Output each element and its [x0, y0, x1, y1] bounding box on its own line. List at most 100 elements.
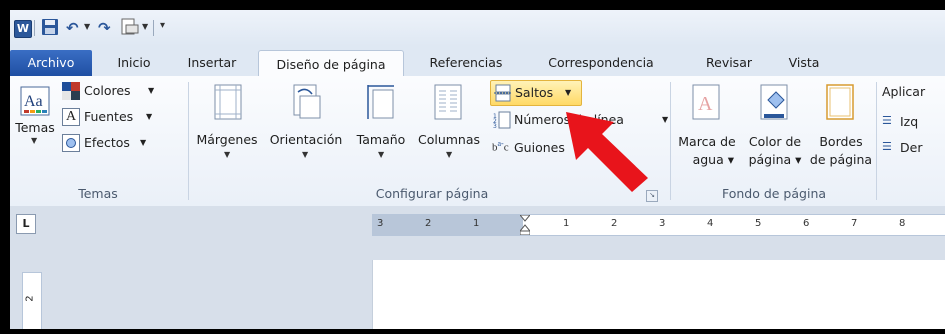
fuentes-label: Fuentes — [84, 109, 134, 124]
ruler-number: 5 — [755, 218, 762, 229]
ruler-left-margin — [373, 215, 523, 235]
vertical-ruler[interactable]: 2 — [22, 272, 42, 329]
tab-revisar[interactable]: Revisar — [700, 51, 758, 75]
toolbar-options-icon[interactable]: ▾ — [160, 20, 165, 31]
colors-icon — [62, 82, 80, 100]
redo-icon[interactable]: ↷ — [98, 18, 111, 38]
separator — [34, 20, 35, 36]
derecha-label: Der — [900, 140, 923, 155]
columnas-label: Columnas — [417, 132, 481, 147]
ruler-number: 3 — [659, 218, 666, 229]
efectos-button[interactable]: Efectos ▼ — [62, 132, 182, 154]
save-icon[interactable] — [41, 18, 59, 38]
saltos-button[interactable]: Saltos ▼ — [490, 80, 582, 106]
ruler-number: 6 — [803, 218, 810, 229]
svg-text:Aa: Aa — [24, 93, 43, 110]
group-label-temas: Temas — [78, 186, 118, 201]
temas-label: Temas — [15, 120, 55, 135]
margenes-button[interactable]: Márgenes ▼ — [196, 80, 258, 178]
chevron-down-icon: ▼ — [446, 150, 453, 159]
ribbon-tabs: Archivo Inicio Insertar Diseño de página… — [10, 46, 945, 78]
chevron-down-icon: ▼ — [146, 112, 153, 121]
temas-button[interactable]: Aa Temas ▼ — [14, 80, 56, 168]
marca-agua-button[interactable]: A Marca de agua ▾ — [674, 80, 740, 178]
quick-access-toolbar: W ↶ ▼ ↷ ▼ ▾ — [10, 10, 945, 46]
chevron-down-icon: ▼ — [662, 115, 669, 124]
marca-agua-label-1: Marca de — [678, 134, 736, 149]
tab-vista[interactable]: Vista — [780, 51, 828, 75]
horizontal-ruler[interactable]: 3 2 1 1 2 3 4 5 6 7 8 — [372, 214, 945, 236]
bordes-pagina-label-2: de página — [809, 152, 873, 167]
group-separator — [670, 82, 671, 200]
chevron-down-icon: ▼ — [31, 136, 38, 145]
tab-referencias[interactable]: Referencias — [418, 51, 514, 75]
svg-text:3: 3 — [493, 123, 497, 129]
marca-agua-label-2: agua ▾ — [692, 152, 734, 167]
tab-inicio[interactable]: Inicio — [105, 51, 163, 75]
undo-icon[interactable]: ↶ — [66, 18, 79, 38]
word-window: W ↶ ▼ ↷ ▼ ▾ Archivo Inicio Insertar Dise… — [10, 10, 945, 329]
size-icon — [367, 85, 394, 119]
color-pagina-label-1: Color de — [748, 134, 802, 149]
color-pagina-button[interactable]: Color de página ▾ — [744, 80, 806, 178]
margins-icon — [214, 84, 242, 120]
sangria-derecha-field[interactable]: ☰ Der — [882, 138, 945, 158]
tamano-button[interactable]: Tamaño ▼ — [350, 80, 412, 178]
colores-button[interactable]: Colores ▼ — [62, 80, 182, 102]
orientation-icon — [293, 84, 321, 119]
group-label-fondo-pagina: Fondo de página — [721, 186, 827, 201]
efectos-label: Efectos — [84, 135, 130, 150]
customize-toolbar-icon[interactable]: ▼ — [142, 22, 148, 31]
colores-label: Colores — [84, 83, 131, 98]
chevron-down-icon: ▼ — [378, 150, 385, 159]
ruler-number: 1 — [473, 218, 480, 229]
fuentes-button[interactable]: A Fuentes ▼ — [62, 106, 182, 128]
group-separator — [876, 82, 877, 200]
saltos-label: Saltos — [515, 85, 554, 100]
indent-marker-icon[interactable] — [518, 214, 532, 236]
ruler-number: 7 — [851, 218, 858, 229]
separator — [153, 20, 154, 36]
document-page[interactable] — [372, 260, 945, 329]
hyphenation-icon: ba-c — [492, 139, 509, 154]
svg-text:A: A — [698, 93, 713, 115]
chevron-down-icon: ▼ — [565, 88, 572, 97]
word-logo-icon[interactable]: W — [14, 20, 32, 38]
breaks-icon — [494, 84, 512, 102]
watermark-icon: A — [692, 84, 720, 120]
color-pagina-label-2: página ▾ — [748, 152, 802, 167]
print-preview-icon[interactable] — [120, 18, 140, 38]
chevron-down-icon: ▼ — [302, 150, 309, 159]
ruler-number: 4 — [707, 218, 714, 229]
undo-dropdown-icon[interactable]: ▼ — [84, 22, 90, 31]
tab-selector-button[interactable]: L — [16, 214, 36, 234]
tab-insertar[interactable]: Insertar — [180, 51, 244, 75]
indent-left-icon: ☰ — [882, 114, 892, 127]
ruler-number: 1 — [563, 218, 570, 229]
ruler-number: 2 — [611, 218, 618, 229]
effects-icon — [62, 134, 80, 152]
tab-correspondencia[interactable]: Correspondencia — [536, 51, 666, 75]
orientacion-button[interactable]: Orientación ▼ — [264, 80, 348, 178]
chevron-down-icon: ▼ — [224, 150, 231, 159]
margenes-label: Márgenes — [196, 132, 258, 147]
bordes-pagina-label-1: Bordes — [819, 134, 863, 149]
bordes-pagina-button[interactable]: Bordes de página — [808, 80, 874, 178]
sangria-izquierda-field[interactable]: ☰ Izq — [882, 112, 945, 132]
tab-archivo[interactable]: Archivo — [10, 50, 92, 76]
ruler-number: 8 — [899, 218, 906, 229]
document-area: L 3 2 1 1 2 3 4 5 6 7 8 2 — [10, 206, 945, 329]
line-numbers-icon: 123 — [493, 111, 511, 129]
tab-diseno-pagina[interactable]: Diseño de página — [258, 50, 404, 78]
themes-icon: Aa — [20, 86, 50, 116]
red-arrow-icon — [566, 112, 648, 192]
chevron-down-icon: ▼ — [140, 138, 147, 147]
fonts-icon: A — [62, 108, 80, 126]
izquierda-label: Izq — [900, 114, 919, 129]
columns-icon — [434, 84, 462, 120]
chevron-down-icon: ▼ — [148, 86, 155, 95]
page-color-icon — [760, 84, 788, 120]
columnas-button[interactable]: Columnas ▼ — [414, 80, 484, 178]
indent-right-icon: ☰ — [882, 140, 892, 153]
aplicar-sangria-label: Aplicar — [882, 84, 926, 99]
